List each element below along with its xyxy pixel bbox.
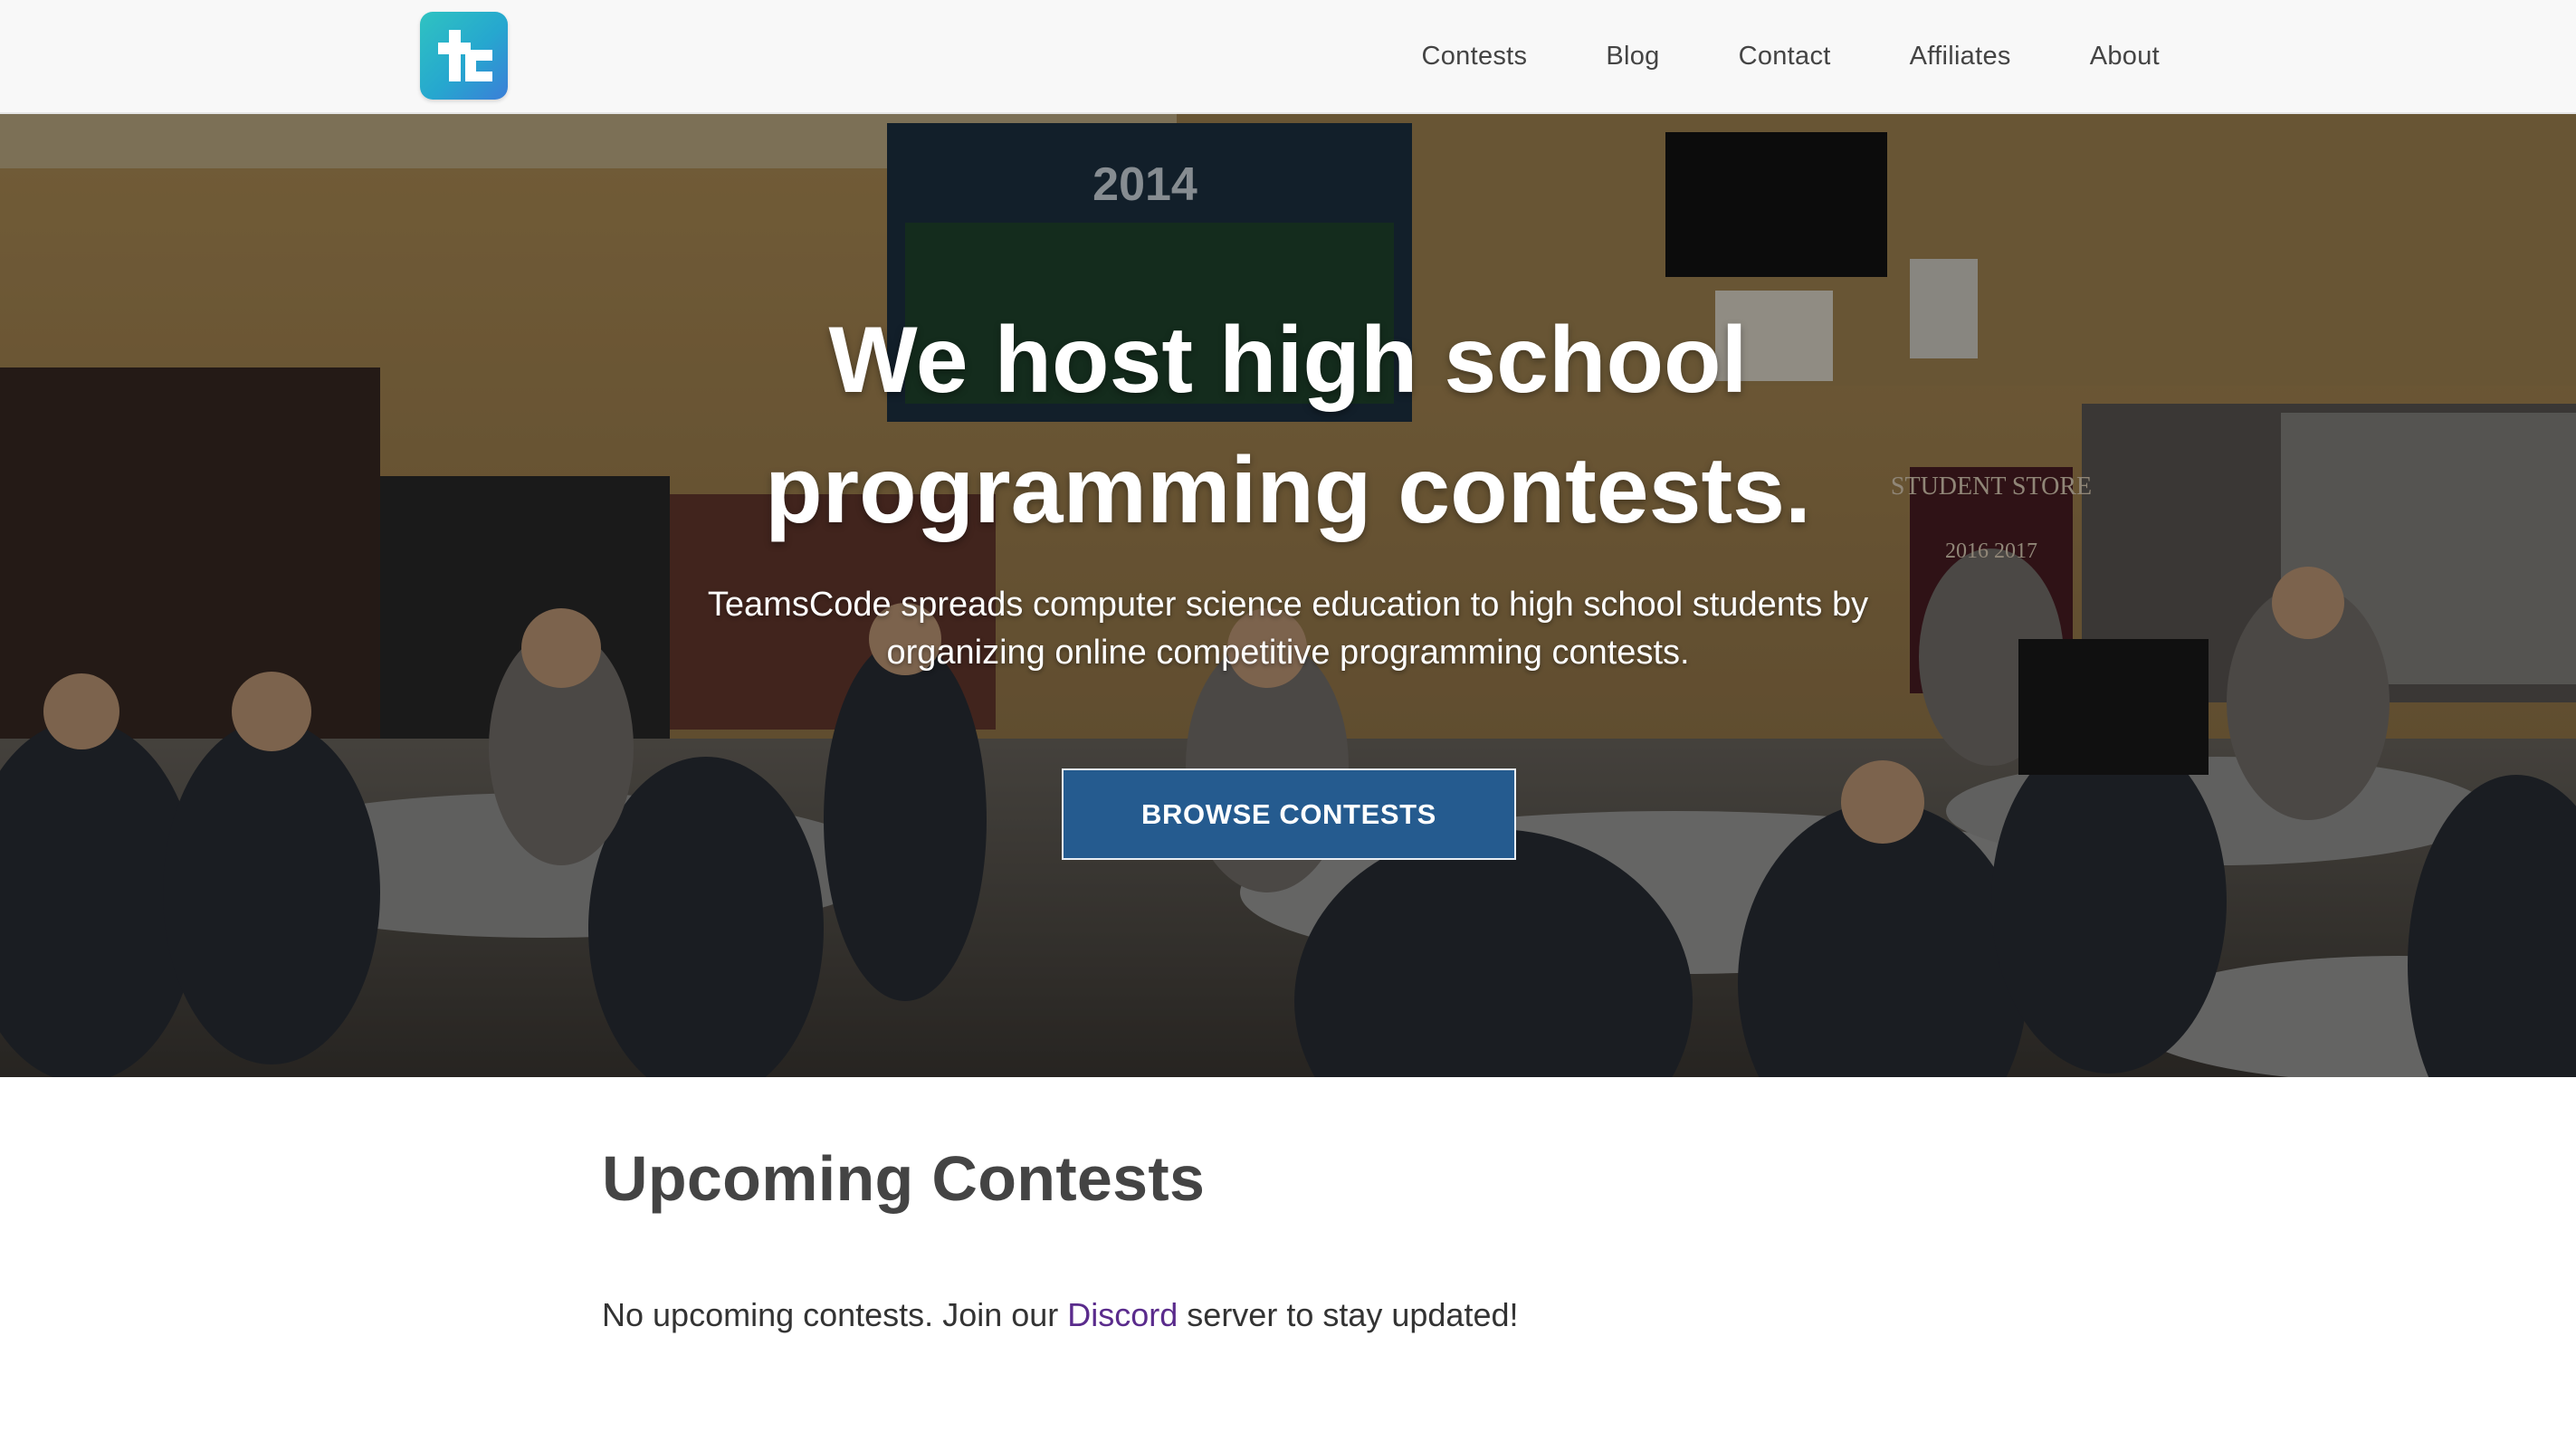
hero-subtitle-line-2: organizing online competitive programmin… [886, 634, 1690, 672]
browse-contests-button[interactable]: BROWSE CONTESTS [1062, 768, 1516, 860]
no-contests-message: No upcoming contests. Join our Discord s… [602, 1296, 1519, 1334]
nav-contact-link[interactable]: Contact [1739, 42, 1831, 72]
nav-contests-link[interactable]: Contests [1421, 42, 1527, 72]
discord-link[interactable]: Discord [1067, 1296, 1178, 1333]
nav-about-link[interactable]: About [2090, 42, 2160, 72]
main-nav: Contests Blog Contact Affiliates About [1421, 0, 2160, 112]
hero-title: We host high school programming contests… [0, 295, 2576, 556]
nav-affiliates-link[interactable]: Affiliates [1910, 42, 2011, 72]
upcoming-contests-heading: Upcoming Contests [602, 1143, 1206, 1214]
notice-text-before: No upcoming contests. Join our [602, 1296, 1068, 1333]
hero-subtitle: TeamsCode spreads computer science educa… [654, 581, 1922, 677]
top-navbar: Contests Blog Contact Affiliates About [0, 0, 2576, 114]
nav-blog-link[interactable]: Blog [1606, 42, 1659, 72]
teamscode-logo-icon[interactable] [420, 12, 508, 100]
hero-title-line-1: We host high school [828, 308, 1748, 413]
hero-title-line-2: programming contests. [765, 438, 1811, 543]
notice-text-after: server to stay updated! [1178, 1296, 1519, 1333]
hero-section: STUDENT STORE 2014 2016 2017 We host hig… [0, 114, 2576, 1077]
hero-subtitle-line-1: TeamsCode spreads computer science educa… [707, 586, 1869, 624]
